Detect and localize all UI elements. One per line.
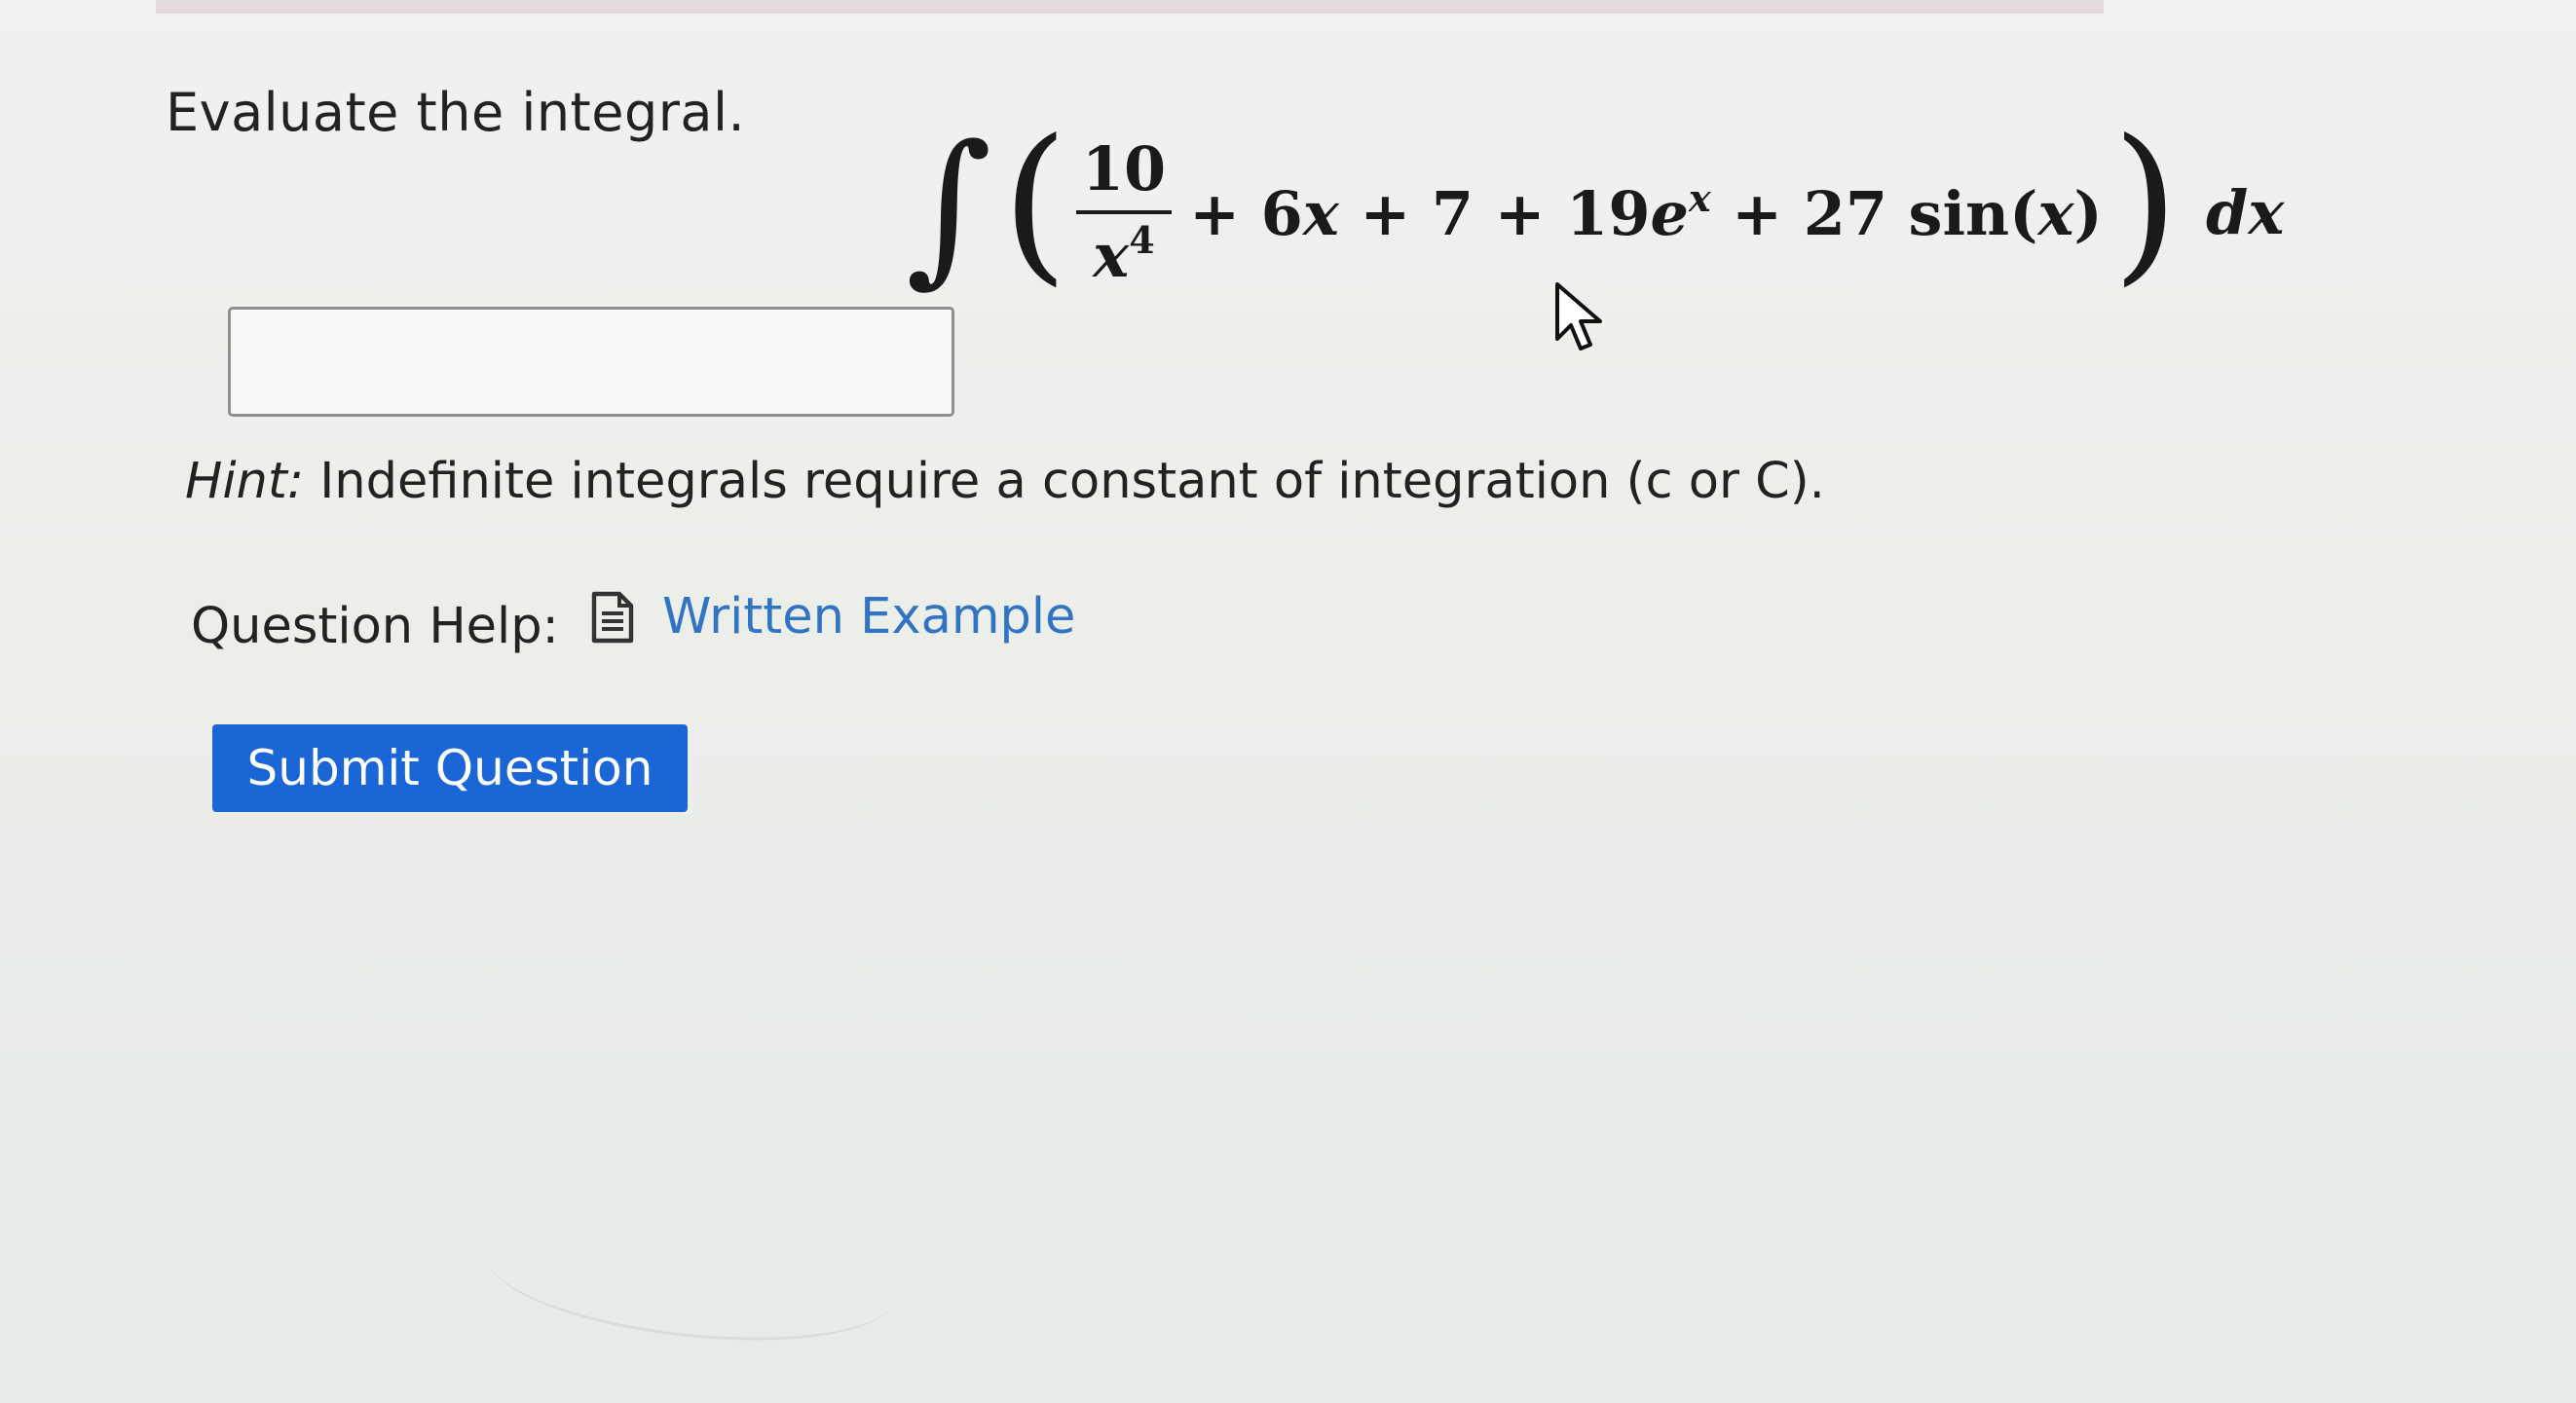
term-plus-1: + 6 <box>1189 177 1303 249</box>
integral-symbol: ∫ <box>906 110 992 303</box>
question-help-label: Question Help: <box>191 598 559 655</box>
term-e: e <box>1650 177 1689 249</box>
differential: dx <box>2206 177 2284 248</box>
open-paren: ( <box>1001 103 1068 302</box>
differential-var: x <box>2248 176 2285 248</box>
hint-text: Hint: Indefinite integrals require a con… <box>185 453 1825 510</box>
written-example-link[interactable]: Written Example <box>590 588 1075 646</box>
fraction-numerator: 10 <box>1075 133 1173 214</box>
term-x-1: x <box>1302 177 1339 249</box>
screen-smudge <box>481 1196 902 1358</box>
fraction: 10 x4 <box>1075 133 1173 291</box>
term-plus-2: + 7 + 19 <box>1338 177 1651 249</box>
fraction-denominator-base: x <box>1093 220 1130 291</box>
top-edge-strip <box>156 0 2104 14</box>
fraction-denominator-exponent: 4 <box>1129 218 1155 262</box>
term-e-exponent: x <box>1688 175 1711 220</box>
submit-question-button[interactable]: Submit Question <box>212 724 688 812</box>
written-example-label: Written Example <box>662 588 1076 646</box>
term-plus-3: + 27 sin( <box>1710 177 2038 249</box>
hint-body: Indefinite integrals require a constant … <box>304 453 1825 510</box>
differential-d: d <box>2206 176 2249 248</box>
hint-label: Hint: <box>185 453 305 510</box>
term-x-2: x <box>2037 177 2074 249</box>
question-prompt: Evaluate the integral. <box>166 82 746 143</box>
integrand-terms: + 6x + 7 + 19ex + 27 sin(x) <box>1189 176 2103 249</box>
mouse-cursor-icon <box>1555 282 1602 351</box>
document-icon <box>591 591 634 643</box>
close-paren: ) <box>2111 103 2180 302</box>
answer-input[interactable] <box>228 307 954 417</box>
fraction-denominator: x4 <box>1093 214 1154 291</box>
term-close: ) <box>2073 177 2103 249</box>
